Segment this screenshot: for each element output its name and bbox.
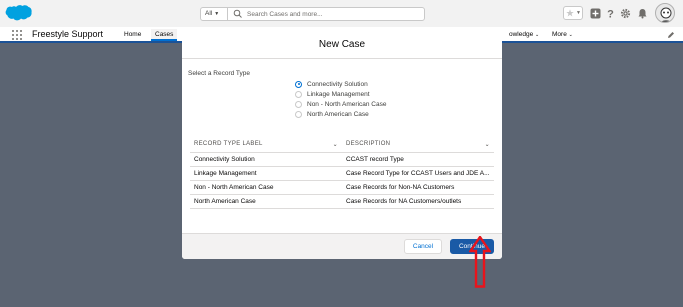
radio-button[interactable] [295, 100, 302, 108]
column-header-text: RECORD TYPE LABEL [194, 141, 263, 148]
table-cell: North American Case [190, 194, 342, 209]
search-scope-label: All [205, 10, 213, 17]
search-icon [233, 9, 242, 18]
radio-option-north-american-case[interactable]: North American Case [295, 109, 386, 119]
radio-button[interactable] [295, 110, 302, 118]
radio-label: North American Case [307, 110, 369, 118]
user-avatar-image [660, 7, 672, 22]
global-actions-icon[interactable] [590, 8, 601, 19]
radio-option-connectivity-solution[interactable]: Connectivity Solution [295, 79, 386, 89]
radio-button[interactable] [295, 90, 302, 98]
nav-tab-more-label: More [552, 31, 567, 38]
app-launcher-icon[interactable] [12, 30, 22, 40]
table-row: Connectivity Solution CCAST record Type [190, 152, 494, 167]
record-type-radio-group: Connectivity Solution Linkage Management… [295, 79, 386, 119]
table-cell: Case Record Type for CCAST Users and JDE… [342, 166, 494, 181]
table-cell: Case Records for Non-NA Customers [342, 180, 494, 195]
table-row: Non - North American Case Case Records f… [190, 180, 494, 195]
nav-tab-home[interactable]: Home [124, 31, 141, 38]
table-cell: CCAST record Type [342, 152, 494, 167]
gear-icon[interactable] [620, 8, 631, 19]
modal-body: Select a Record Type Connectivity Soluti… [182, 59, 502, 233]
annotation-up-arrow-icon [469, 236, 491, 288]
modal-title: New Case [182, 31, 502, 59]
table-row: North American Case Case Records for NA … [190, 194, 494, 209]
record-type-table: RECORD TYPE LABEL ⌄ DESCRIPTION ⌄ Connecti… [190, 138, 494, 209]
radio-option-linkage-management[interactable]: Linkage Management [295, 89, 386, 99]
nav-tab-cases[interactable]: Cases [151, 29, 178, 41]
search-input[interactable] [247, 8, 417, 20]
help-icon[interactable]: ? [605, 8, 616, 20]
radio-button-selected[interactable] [295, 80, 302, 88]
edit-nav-pencil-icon[interactable] [667, 31, 675, 39]
chevron-down-icon: ⌄ [535, 32, 540, 38]
chevron-down-icon[interactable]: ⌄ [485, 141, 490, 148]
nav-tab-more[interactable]: More ⌄ [552, 31, 573, 38]
app-name: Freestyle Support [32, 29, 104, 39]
table-row: Linkage Management Case Record Type for … [190, 166, 494, 181]
column-header-description[interactable]: DESCRIPTION ⌄ [342, 138, 494, 153]
radio-label: Linkage Management [307, 90, 370, 98]
new-case-modal: New Case Select a Record Type Connectivi… [182, 31, 502, 259]
nav-tab-knowledge-label: owledge [509, 31, 534, 38]
notifications-bell-icon[interactable] [637, 8, 648, 19]
global-header: All▼ ▼ ? [0, 0, 683, 27]
modal-footer: Cancel Continue [182, 233, 502, 259]
table-cell: Case Records for NA Customers/outlets [342, 194, 494, 209]
table-cell: Connectivity Solution [190, 152, 342, 167]
global-search[interactable]: All ▼ [200, 7, 425, 21]
chevron-down-icon: ▼ [576, 10, 581, 16]
chevron-down-icon: ⌄ [568, 32, 573, 38]
favorites-button[interactable]: ▼ [563, 6, 583, 20]
column-header-record-type-label[interactable]: RECORD TYPE LABEL ⌄ [190, 138, 342, 153]
table-cell: Linkage Management [190, 166, 342, 181]
chevron-down-icon: ▼ [214, 11, 220, 17]
svg-text:?: ? [607, 9, 614, 20]
radio-label: Connectivity Solution [307, 80, 368, 88]
radio-label: Non - North American Case [307, 100, 387, 108]
cancel-button[interactable]: Cancel [404, 239, 442, 254]
table-header-row: RECORD TYPE LABEL ⌄ DESCRIPTION ⌄ [190, 138, 494, 153]
star-icon [566, 9, 574, 17]
salesforce-cloud-logo[interactable] [5, 4, 32, 23]
user-avatar[interactable] [655, 3, 675, 23]
radio-option-non-north-american-case[interactable]: Non - North American Case [295, 99, 386, 109]
record-type-label: Select a Record Type [188, 70, 251, 77]
column-header-text: DESCRIPTION [346, 141, 391, 148]
nav-tab-knowledge[interactable]: owledge ⌄ [509, 31, 539, 38]
search-scope-dropdown[interactable]: All ▼ [201, 8, 228, 20]
table-cell: Non - North American Case [190, 180, 342, 195]
chevron-down-icon[interactable]: ⌄ [333, 141, 338, 148]
